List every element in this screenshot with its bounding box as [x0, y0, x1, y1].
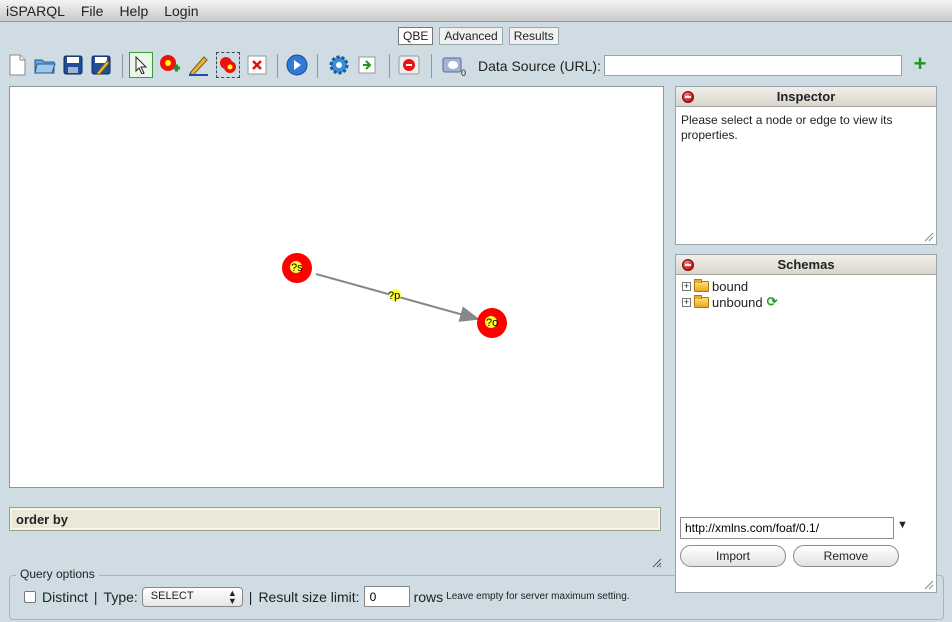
inspector-title: Inspector: [776, 89, 836, 104]
select-arrow-icon[interactable]: [129, 52, 153, 78]
tab-qbe[interactable]: QBE: [398, 27, 434, 45]
tree-item-label: bound: [712, 278, 749, 294]
import-button[interactable]: Import: [680, 545, 786, 567]
resize-grip-icon[interactable]: [652, 558, 662, 568]
result-limit-input[interactable]: [363, 586, 410, 607]
node-object-label: ?o: [486, 317, 498, 329]
menu-file[interactable]: File: [73, 3, 112, 19]
node-subject-label: ?s: [291, 262, 303, 274]
schemas-close-icon[interactable]: [682, 259, 694, 271]
run-query-icon[interactable]: [285, 52, 309, 78]
save-as-icon[interactable]: [89, 52, 113, 78]
schemas-header: Schemas: [676, 255, 936, 275]
save-icon[interactable]: [61, 52, 85, 78]
settings-gear-icon[interactable]: [327, 52, 351, 78]
type-label: Type:: [103, 588, 138, 605]
node-subject[interactable]: ?s: [282, 253, 312, 283]
inspector-message: Please select a node or edge to view its…: [681, 113, 893, 142]
distinct-label: Distinct: [42, 588, 88, 605]
schemas-panel: Schemas + bound + unbound ⟳ ▼ Import Rem…: [675, 254, 937, 593]
tree-item-label: unbound: [712, 294, 763, 310]
tree-item-unbound[interactable]: + unbound ⟳: [682, 294, 930, 310]
limit-hint: Leave empty for server maximum setting.: [446, 591, 630, 602]
query-options-legend: Query options: [16, 567, 99, 581]
tree-item-bound[interactable]: + bound: [682, 278, 930, 294]
group-icon[interactable]: [216, 52, 240, 78]
import-icon[interactable]: [355, 52, 379, 78]
add-datasource-button[interactable]: +: [911, 53, 929, 76]
query-canvas[interactable]: ?p ?s ?o: [9, 86, 664, 488]
node-object[interactable]: ?o: [477, 308, 507, 338]
expand-icon[interactable]: +: [682, 297, 691, 307]
schema-tree: + bound + unbound ⟳: [676, 275, 936, 313]
schemas-title: Schemas: [777, 257, 835, 272]
draw-edge-icon[interactable]: [186, 52, 210, 78]
tab-advanced[interactable]: Advanced: [439, 27, 503, 45]
menu-help[interactable]: Help: [111, 3, 156, 19]
rows-label: rows: [413, 588, 444, 605]
query-type-value: SELECT: [150, 589, 194, 602]
query-options-row: Distinct | Type: SELECT ▲ ▼ | Result size…: [24, 586, 630, 607]
remove-button[interactable]: Remove: [793, 545, 899, 567]
datasource-url-input[interactable]: [604, 55, 902, 76]
schema-url-input[interactable]: [680, 517, 894, 539]
expand-icon[interactable]: +: [682, 281, 691, 291]
query-type-select[interactable]: SELECT ▲ ▼: [141, 586, 243, 607]
stop-icon[interactable]: [397, 52, 421, 78]
menu-app[interactable]: iSPARQL: [0, 3, 73, 19]
delete-icon[interactable]: [245, 52, 269, 78]
folder-icon: [694, 294, 709, 308]
edge-label: ?p: [388, 290, 400, 302]
graph-svg: ?p ?s ?o: [282, 253, 507, 338]
refresh-icon[interactable]: ⟳: [767, 294, 778, 310]
toolbar: 0 Data Source (URL): +: [5, 52, 945, 80]
view-tabs: QBE Advanced Results: [398, 27, 559, 45]
add-node-icon[interactable]: [158, 52, 182, 78]
limit-label: Result size limit:: [258, 588, 360, 605]
inspector-resize-icon[interactable]: [924, 232, 934, 242]
menu-login[interactable]: Login: [156, 3, 206, 19]
inspector-close-icon[interactable]: [682, 91, 694, 103]
datasource-label: Data Source (URL):: [478, 58, 601, 74]
tab-results[interactable]: Results: [508, 27, 559, 45]
datasource-icon[interactable]: 0: [439, 52, 469, 78]
select-arrows-icon: ▲ ▼: [227, 587, 237, 606]
distinct-checkbox[interactable]: [24, 590, 36, 603]
folder-icon: [694, 278, 709, 292]
new-file-icon[interactable]: [5, 52, 29, 78]
inspector-panel: Inspector Please select a node or edge t…: [675, 86, 937, 245]
schemas-resize-icon[interactable]: [924, 580, 934, 590]
menubar: iSPARQL File Help Login: [0, 0, 952, 22]
inspector-header: Inspector: [676, 87, 936, 107]
order-by-bar[interactable]: order by: [9, 507, 661, 531]
chevron-down-icon[interactable]: ▼: [897, 519, 908, 531]
open-folder-icon[interactable]: [33, 52, 57, 78]
datasource-count: 0: [461, 68, 466, 76]
